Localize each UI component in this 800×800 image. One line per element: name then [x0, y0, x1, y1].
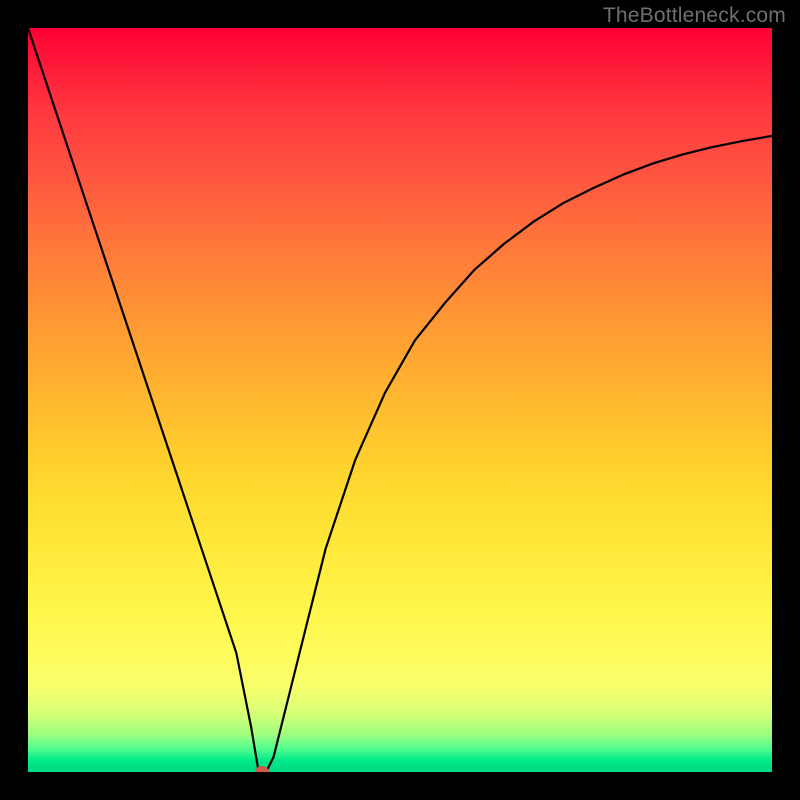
curve-layer [28, 28, 772, 772]
bottleneck-curve [28, 28, 772, 772]
watermark-label: TheBottleneck.com [603, 4, 786, 28]
optimal-point-marker [255, 766, 269, 772]
plot-area [28, 28, 772, 772]
chart-frame: TheBottleneck.com [0, 0, 800, 800]
